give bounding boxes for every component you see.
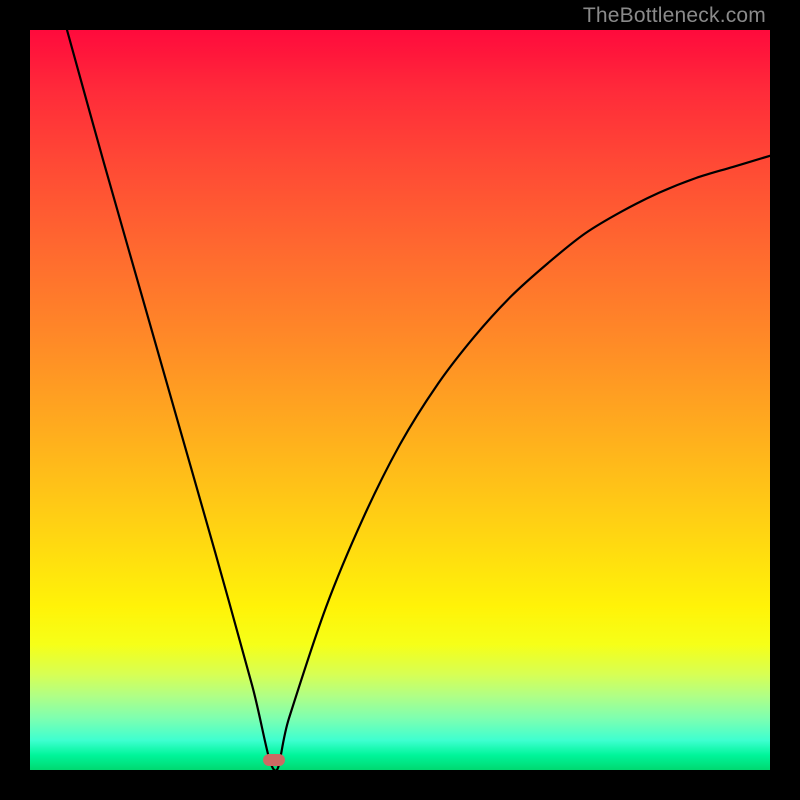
bottleneck-curve xyxy=(30,30,770,770)
chart-frame: TheBottleneck.com xyxy=(0,0,800,800)
minimum-marker xyxy=(263,754,285,766)
plot-area xyxy=(30,30,770,770)
attribution-label: TheBottleneck.com xyxy=(583,4,766,28)
